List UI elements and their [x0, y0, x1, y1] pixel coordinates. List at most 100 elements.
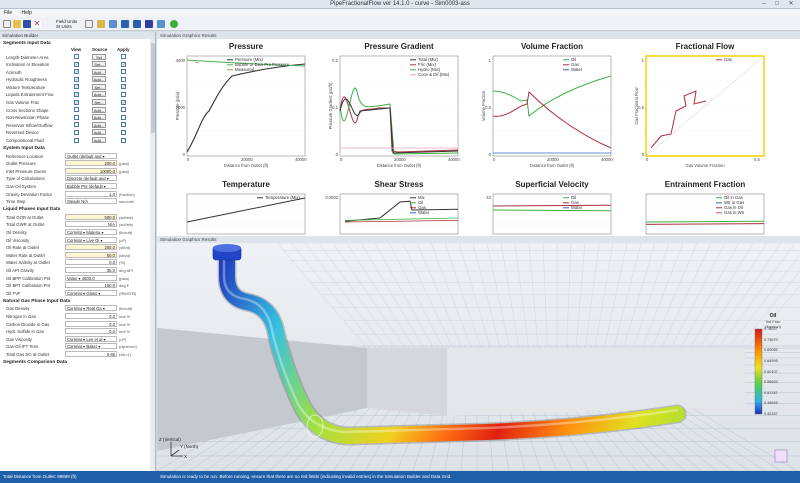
segment-source-button[interactable]: Set...: [92, 83, 106, 90]
close-button[interactable]: ✕: [785, 0, 797, 8]
chart-panel[interactable]: Fractional Flow Gas 0 0.5 0 0.5 1 Gas Volume Fr…: [634, 42, 765, 170]
field-input[interactable]: Value ▾ 4500.0: [65, 274, 117, 281]
chart-panel[interactable]: Temperature Temperature (Mix): [186, 180, 306, 235]
chart-panel[interactable]: Entrainment Fraction Oil in Gas Wtr in Gas…: [645, 180, 765, 235]
si-units-option[interactable]: SI Units: [56, 24, 77, 29]
chart-panel[interactable]: Shear Stress Mix Oil Gas Water 0.0003: [325, 180, 459, 235]
field-input[interactable]: N/A: [65, 221, 117, 228]
segment-source-button[interactable]: Add...: [92, 68, 106, 75]
system-row: Gravity Deviation Factor 1.0 (fraction): [0, 190, 155, 198]
segment-view-checkbox[interactable]: [74, 54, 79, 59]
field-input[interactable]: Correlat ▾ Live Oi ▾: [65, 236, 117, 243]
field-input[interactable]: Steady N/A: [65, 198, 117, 205]
field-input[interactable]: Bubble Pnt (default ▾: [65, 183, 117, 189]
segment-apply-checkbox[interactable]: [121, 129, 126, 135]
segment-view-checkbox[interactable]: [74, 107, 79, 113]
open-folder-icon[interactable]: [13, 20, 21, 28]
field-input[interactable]: 150.0: [65, 282, 117, 289]
segment-apply-checkbox[interactable]: [121, 69, 126, 75]
field-unit: (dyne/cm): [119, 344, 137, 350]
segment-source-button[interactable]: Set...: [92, 61, 106, 68]
segment-apply-checkbox[interactable]: [121, 107, 126, 113]
segment-view-checkbox[interactable]: [74, 122, 79, 128]
table-icon[interactable]: [109, 20, 117, 28]
field-input[interactable]: 10000.0: [65, 167, 117, 174]
field-input[interactable]: 0.0: [65, 320, 117, 327]
y-tick-label: 0: [336, 152, 339, 157]
list-icon[interactable]: [157, 20, 165, 28]
menu-help[interactable]: Help: [17, 9, 35, 17]
chart-panel[interactable]: Pressure Pressure (Mix) Bubble or Dew Pnt …: [175, 42, 307, 170]
segment-apply-checkbox[interactable]: [121, 54, 126, 59]
field-input[interactable]: 0.65: [65, 350, 117, 357]
field-input[interactable]: 50.0: [65, 251, 117, 258]
pipe-3d-view[interactable]: Simulation Graphics Results Z (Vertical)…: [156, 236, 800, 472]
run-icon[interactable]: [170, 20, 178, 28]
field-input[interactable]: Correlat ▾ Glaso ▾: [65, 289, 117, 296]
segment-source-button[interactable]: Set...: [92, 99, 106, 106]
menu-file[interactable]: File: [0, 9, 16, 17]
field-input[interactable]: 200.0: [65, 160, 117, 167]
field-label: Gas Viscosity: [6, 336, 32, 342]
segment-view-checkbox[interactable]: ✓: [74, 61, 79, 67]
field-input[interactable]: Correlat ▾ Baker ▾: [65, 343, 117, 350]
segment-apply-checkbox[interactable]: [121, 91, 126, 97]
maximize-button[interactable]: □: [771, 0, 783, 8]
segment-view-checkbox[interactable]: ✓: [74, 91, 79, 97]
segment-source-button[interactable]: Add...: [92, 129, 106, 136]
field-input[interactable]: 0.0: [65, 312, 117, 319]
units-selector[interactable]: Field Units SI Units: [56, 19, 77, 29]
minimize-button[interactable]: –: [758, 0, 770, 8]
segment-apply-checkbox[interactable]: [121, 137, 126, 143]
field-input[interactable]: Outlet (default and ▾: [65, 152, 117, 159]
field-input[interactable]: Correlat ▾ Materia ▾: [65, 228, 117, 235]
segment-apply-checkbox[interactable]: ✓: [121, 84, 126, 90]
field-input[interactable]: 1.0: [65, 190, 117, 197]
calc-icon[interactable]: [121, 20, 129, 28]
segment-view-checkbox[interactable]: ✓: [74, 69, 79, 75]
view-toggle-icon[interactable]: [774, 449, 788, 463]
segment-label: Inclination or Elevation: [6, 62, 50, 68]
field-input[interactable]: 0.0: [65, 259, 117, 266]
segment-source-button[interactable]: Add...: [92, 114, 106, 121]
chart-panel[interactable]: Pressure Gradient Total (Mix) Fric (Mix) Hy…: [328, 42, 460, 170]
field-input[interactable]: Correlat ▾ Real Ga ▾: [65, 305, 117, 312]
segment-apply-checkbox[interactable]: [121, 122, 126, 128]
chart-panel[interactable]: Volume Fraction Oil Gas Water 0 20000 40000 0 0.…: [481, 42, 613, 170]
field-input[interactable]: Correlat ▾ Lee et al ▾: [65, 335, 117, 342]
liquid-section-title: Liquid Phases Input Data: [3, 207, 61, 213]
chart-title: Superficial Velocity: [515, 180, 589, 189]
segment-view-checkbox[interactable]: [74, 129, 79, 135]
pipe-3d-scene[interactable]: Z (Vertical) Y (North) X: [156, 236, 800, 472]
field-input[interactable]: Discrete (default and ▾: [65, 175, 117, 182]
segment-apply-checkbox[interactable]: ✓: [121, 99, 126, 105]
segment-apply-checkbox[interactable]: [121, 114, 126, 120]
new-file-icon[interactable]: [3, 20, 11, 28]
segment-source-button[interactable]: Add...: [92, 137, 106, 144]
field-input[interactable]: 35.0: [65, 266, 117, 273]
segment-view-checkbox[interactable]: [74, 137, 79, 143]
segment-source-button[interactable]: Add...: [92, 76, 106, 83]
segment-apply-checkbox[interactable]: ✓: [121, 61, 126, 67]
segment-source-button[interactable]: Add...: [92, 91, 106, 98]
field-input[interactable]: 200.0: [65, 244, 117, 251]
field-input[interactable]: 0.0: [65, 328, 117, 335]
segment-view-checkbox[interactable]: ✓: [74, 84, 79, 90]
chart-panel[interactable]: Superficial Velocity Oil Gas Water 10: [486, 180, 612, 235]
segment-source-button[interactable]: Add...: [92, 121, 106, 128]
delete-icon[interactable]: ✕: [33, 20, 41, 28]
cross-icon[interactable]: [145, 20, 153, 28]
segment-row: Compositional Fluid Add...: [0, 137, 155, 145]
segment-source-button[interactable]: Add...: [92, 106, 106, 113]
grid-icon[interactable]: [85, 20, 93, 28]
field-unit: (lb/cuft): [119, 229, 133, 235]
save-icon[interactable]: [23, 20, 31, 28]
segment-view-checkbox[interactable]: [74, 114, 79, 120]
segment-apply-checkbox[interactable]: [121, 76, 126, 82]
segment-view-checkbox[interactable]: ✓: [74, 99, 79, 105]
field-input[interactable]: 500.0: [65, 213, 117, 220]
segment-source-button[interactable]: Set: [92, 53, 106, 60]
segment-view-checkbox[interactable]: ✓: [74, 76, 79, 82]
chart-icon[interactable]: [97, 20, 105, 28]
layout-icon[interactable]: [133, 20, 141, 28]
